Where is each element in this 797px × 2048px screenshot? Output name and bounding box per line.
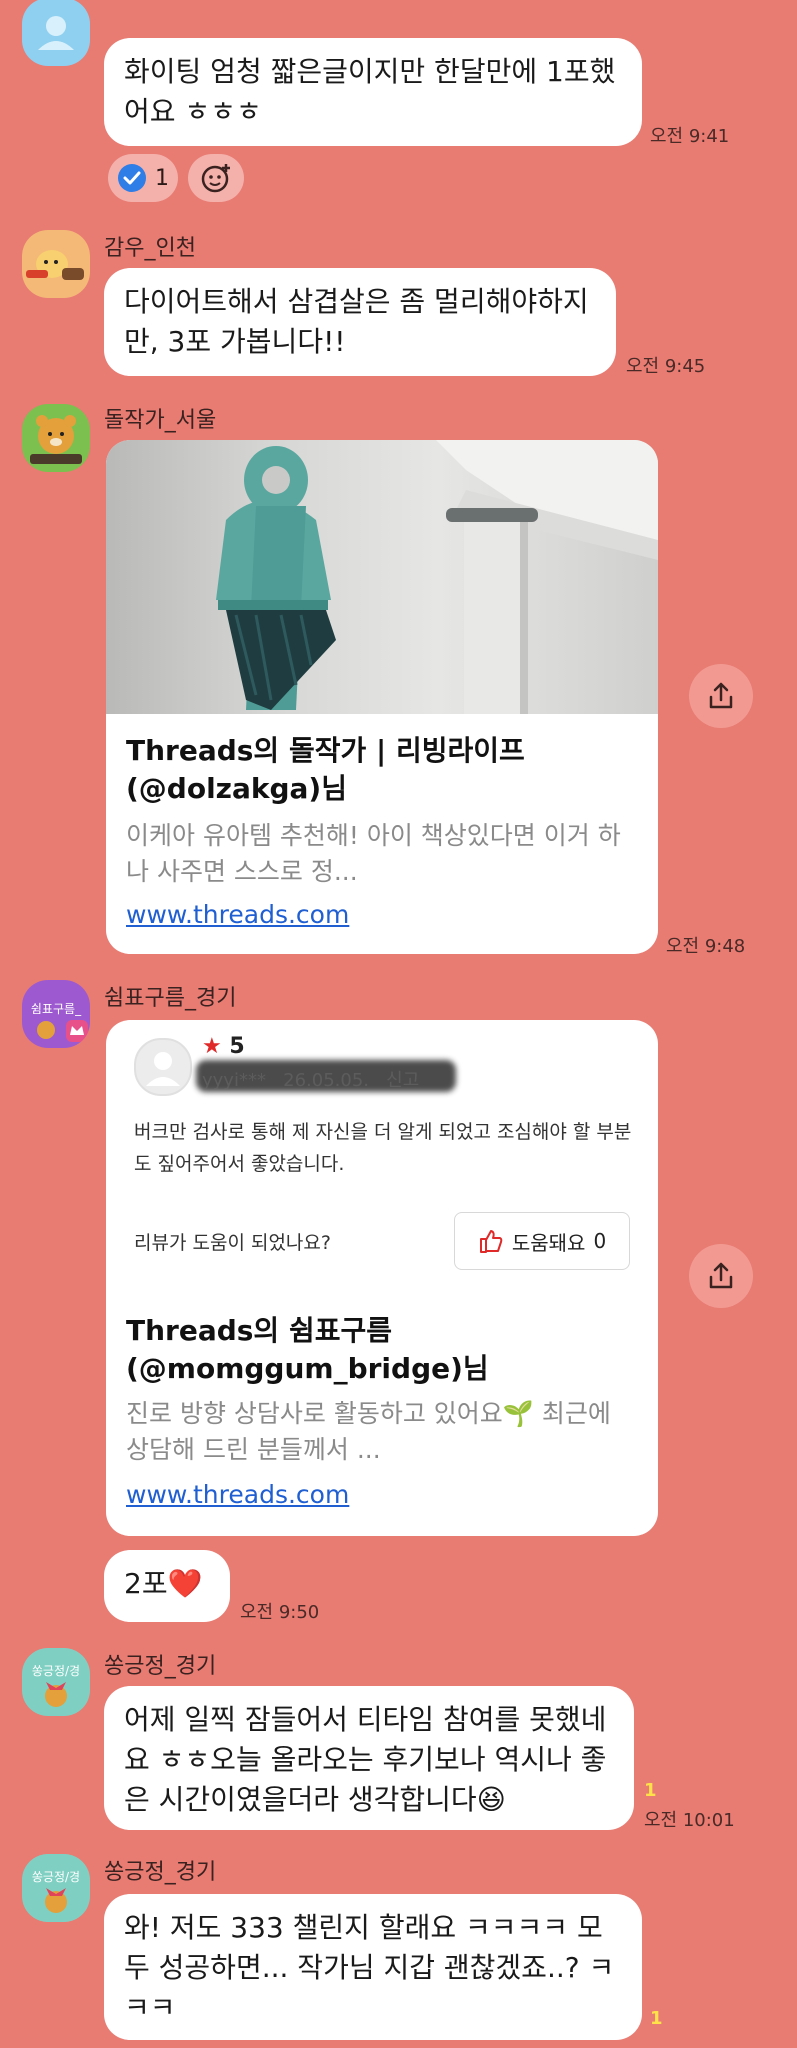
user-icon [146, 1052, 180, 1086]
rating-value: 5 [229, 1034, 245, 1059]
character-avatar-icon [45, 1888, 67, 1913]
add-emoji-icon [201, 164, 230, 193]
link-url[interactable]: www.threads.com [126, 900, 349, 929]
check-icon [118, 164, 146, 192]
character-avatar-icon [37, 1020, 88, 1042]
helpful-count: 0 [593, 1229, 607, 1253]
message-bubble[interactable]: 어제 일찍 잠들어서 티타임 참여를 못했네요 ㅎㅎ오늘 올라오는 후기보나 역… [104, 1686, 634, 1830]
character-avatar-icon [26, 250, 84, 280]
message-time: 오전 9:41 [650, 126, 730, 147]
thumbs-up-icon [479, 1230, 503, 1253]
share-button[interactable] [689, 1244, 753, 1308]
star-icon: ★ [202, 1034, 222, 1059]
message-time: 오전 9:45 [626, 356, 706, 377]
avatar[interactable] [22, 230, 90, 298]
default-profile-icon [38, 16, 74, 50]
unread-count: 1 [650, 2008, 663, 2029]
link-preview-image [106, 440, 658, 714]
message-text: 2포❤️ [124, 1567, 203, 1600]
link-title: Threads의 쉼표구름 (@momggum_bridge)님 [126, 1314, 489, 1385]
sender-name: 쏭긍정_경기 [104, 1860, 217, 1885]
share-icon [709, 682, 733, 709]
sender-name: 쉼표구름_경기 [104, 986, 237, 1011]
message-bubble[interactable]: 화이팅 엄청 짧은글이지만 한달만에 1포했어요 ㅎㅎㅎ [104, 38, 642, 146]
avatar[interactable] [22, 0, 90, 66]
message-text: 다이어트해서 삼겹살은 좀 멀리해야하지만, 3포 가봅니다!! [124, 285, 589, 358]
message-bubble[interactable]: 와! 저도 333 챌린지 할래요 ㅋㅋㅋㅋ 모두 성공하면... 작가님 지갑… [104, 1894, 642, 2040]
brush-photo [216, 440, 658, 714]
review-text: 버크만 검사로 통해 제 자신을 더 알게 되었고 조심해야 할 부분도 짚어주… [134, 1121, 632, 1175]
avatar[interactable]: 쉼표구름_ [22, 980, 90, 1048]
review-meta: yyyi*** 26.05.05. 신고 [202, 1070, 420, 1091]
helpful-label: 도움돼요 [511, 1230, 586, 1255]
review-avatar [134, 1038, 192, 1096]
link-url[interactable]: www.threads.com [126, 1480, 349, 1509]
avatar[interactable]: 쏭긍정/경 [22, 1648, 90, 1716]
sender-name: 감우_인천 [104, 236, 196, 261]
add-reaction-button[interactable] [188, 154, 244, 202]
message-bubble[interactable]: 다이어트해서 삼겹살은 좀 멀리해야하지만, 3포 가봅니다!! [104, 268, 616, 376]
link-preview-card[interactable]: ★ 5 yyyi*** 26.05.05. 신고 버크만 검사로 통해 제 자신… [106, 1020, 658, 1536]
message-time: 오전 10:01 [644, 1810, 735, 1831]
character-avatar-icon [45, 1682, 67, 1707]
message-time: 오전 9:48 [666, 936, 746, 957]
link-description: 이케아 유아템 추천해! 아이 책상있다면 이거 하나 사주면 스스로 정... [126, 821, 621, 886]
reaction-count: 1 [155, 165, 169, 191]
message-text: 와! 저도 333 챌린지 할래요 ㅋㅋㅋㅋ 모두 성공하면... 작가님 지갑… [124, 1911, 615, 2024]
message-time: 오전 9:50 [240, 1602, 320, 1623]
avatar[interactable]: 쏭긍정/경 [22, 1854, 90, 1922]
sender-name: 돌작가_서울 [104, 408, 217, 433]
helpful-button[interactable]: 도움돼요 0 [454, 1212, 630, 1270]
link-description: 진로 방향 상담사로 활동하고 있어요🌱 최근에 상담해 드린 분들께서 ... [126, 1399, 611, 1464]
link-title: Threads의 돌작가 | 리빙라이프 (@dolzakga)님 [126, 734, 525, 805]
share-button[interactable] [689, 664, 753, 728]
message-bubble[interactable]: 2포❤️ [104, 1550, 230, 1622]
review-question: 리뷰가 도움이 되었나요? [134, 1232, 331, 1254]
reaction-check[interactable]: 1 [108, 154, 178, 202]
share-icon [709, 1262, 733, 1289]
unread-count: 1 [644, 1780, 657, 1801]
message-text: 화이팅 엄청 짧은글이지만 한달만에 1포했어요 ㅎㅎㅎ [124, 55, 616, 128]
sender-name: 쏭긍정_경기 [104, 1654, 217, 1679]
rating: ★ 5 [202, 1034, 245, 1059]
message-text: 어제 일찍 잠들어서 티타임 참여를 못했네요 ㅎㅎ오늘 올라오는 후기보나 역… [124, 1703, 607, 1816]
ryan-character-icon [30, 415, 82, 464]
link-preview-card[interactable]: Threads의 돌작가 | 리빙라이프 (@dolzakga)님 이케아 유아… [106, 440, 658, 954]
avatar[interactable] [22, 404, 90, 472]
